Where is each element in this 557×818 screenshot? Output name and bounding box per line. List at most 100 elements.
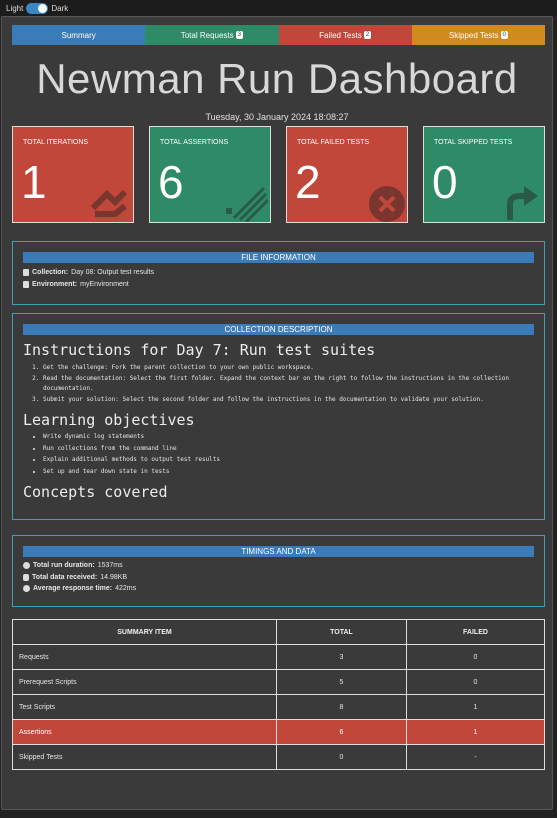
list-item: Run collections from the command line: [43, 443, 534, 455]
tab-skipped-tests-label: Skipped Tests: [448, 30, 499, 40]
environment-value: myEnvironment: [80, 280, 129, 288]
summary-item: Prerequest Scripts: [12, 669, 277, 695]
tab-total-requests-label: Total Requests: [180, 30, 234, 40]
theme-toggle-switch[interactable]: [26, 2, 49, 14]
stopwatch-icon: [23, 585, 30, 593]
duration-line: Total run duration: 1537ms: [23, 560, 544, 572]
summary-table: SUMMARY ITEM TOTAL FAILED Requests 3 0 P…: [12, 619, 545, 770]
tab-skipped-tests-badge: 0: [500, 31, 508, 39]
dashboard-container: Summary Total Requests 3 Failed Tests 2 …: [1, 16, 553, 810]
tab-total-requests-badge: 3: [235, 31, 243, 39]
column-header: TOTAL: [276, 619, 407, 645]
data-received-line: Total data received: 14.98KB: [23, 572, 544, 584]
table-row: Requests 3 0: [12, 644, 545, 670]
list-item: Explain additional methods to output tes…: [43, 454, 534, 466]
collection-description-heading: COLLECTION DESCRIPTION: [23, 324, 534, 335]
card-label: TOTAL ASSERTIONS: [160, 139, 229, 146]
list-item: Read the documentation: Select the first…: [43, 374, 534, 395]
card-total-assertions: TOTAL ASSERTIONS 6: [149, 126, 271, 223]
collection-value: Day 08: Output test results: [71, 268, 155, 276]
description-heading-3: Concepts covered: [23, 483, 168, 501]
summary-failed: 1: [406, 719, 545, 745]
learning-objectives-list: Write dynamic log statements Run collect…: [43, 431, 534, 477]
tab-bar: Summary Total Requests 3 Failed Tests 2 …: [12, 25, 545, 45]
instruction-steps: Get the challenge: Fork the parent colle…: [43, 363, 534, 405]
tab-total-requests[interactable]: Total Requests 3: [145, 25, 279, 45]
summary-failed: 0: [406, 644, 545, 670]
collection-description-panel: COLLECTION DESCRIPTION Instructions for …: [12, 313, 545, 520]
list-item: Write dynamic log statements: [43, 431, 534, 443]
description-heading-1: Instructions for Day 7: Run test suites: [23, 341, 376, 359]
card-value: 2: [295, 156, 321, 208]
file-information-panel: FILE INFORMATION Collection: Day 08: Out…: [12, 241, 545, 305]
list-item: Set up and tear down state in tests: [43, 466, 534, 478]
list-check-icon: [226, 186, 268, 222]
environment-line: Environment: myEnvironment: [23, 278, 544, 290]
light-label: Light: [6, 3, 24, 13]
toggle-knob: [38, 3, 48, 13]
table-row: Test Scripts 8 1: [12, 694, 545, 720]
summary-total: 5: [276, 669, 407, 695]
file-icon: [23, 268, 29, 276]
table-header-row: SUMMARY ITEM TOTAL FAILED: [12, 619, 545, 645]
summary-total: 0: [276, 744, 407, 770]
card-label: TOTAL SKIPPED TESTS: [434, 139, 513, 146]
column-header: SUMMARY ITEM: [12, 619, 277, 645]
summary-item: Assertions: [12, 719, 277, 745]
card-total-iterations: TOTAL ITERATIONS 1: [12, 126, 134, 223]
duration-label: Total run duration:: [33, 562, 95, 570]
stopwatch-icon: [23, 562, 30, 570]
summary-failed: -: [406, 744, 545, 770]
collection-line: Collection: Day 08: Output test results: [23, 266, 544, 278]
database-icon: [23, 573, 29, 581]
card-total-failed-tests: TOTAL FAILED TESTS 2: [286, 126, 408, 223]
card-label: TOTAL ITERATIONS: [23, 139, 89, 146]
summary-total: 6: [276, 719, 407, 745]
close-circle-icon: [369, 186, 405, 222]
response-time-line: Average response time: 422ms: [23, 583, 544, 595]
summary-item: Skipped Tests: [12, 744, 277, 770]
summary-item: Test Scripts: [12, 694, 277, 720]
file-icon: [23, 280, 29, 288]
card-value: 1: [21, 156, 47, 208]
table-row: Skipped Tests 0 -: [12, 744, 545, 770]
dark-label: Dark: [51, 3, 69, 13]
collection-label: Collection:: [32, 268, 69, 276]
table-row: Assertions 6 1: [12, 719, 545, 745]
environment-label: Environment:: [32, 280, 78, 288]
list-item: Submit your solution: Select the second …: [43, 395, 534, 406]
tab-skipped-tests[interactable]: Skipped Tests 0: [411, 25, 545, 45]
tab-summary[interactable]: Summary: [12, 25, 146, 45]
data-received-value: 14.98KB: [100, 573, 128, 581]
refresh-icon: [90, 189, 128, 217]
summary-total: 3: [276, 644, 407, 670]
card-label: TOTAL FAILED TESTS: [297, 139, 370, 146]
timings-panel: TIMINGS AND DATA Total run duration: 153…: [12, 535, 545, 607]
summary-failed: 0: [406, 669, 545, 695]
card-total-skipped-tests: TOTAL SKIPPED TESTS 0: [423, 126, 545, 223]
summary-failed: 1: [406, 694, 545, 720]
response-time-value: 422ms: [115, 585, 137, 593]
tab-summary-label: Summary: [61, 30, 96, 40]
list-item: Get the challenge: Fork the parent colle…: [43, 363, 534, 374]
description-heading-2: Learning objectives: [23, 411, 195, 429]
file-information-heading: FILE INFORMATION: [23, 252, 534, 263]
skip-arrow-icon: [507, 186, 538, 220]
timings-heading: TIMINGS AND DATA: [23, 546, 534, 557]
table-row: Prerequest Scripts 5 0: [12, 669, 545, 695]
tab-failed-tests-label: Failed Tests: [319, 30, 362, 40]
page-title: Newman Run Dashboard: [36, 55, 518, 102]
card-value: 6: [158, 156, 184, 208]
run-datetime: Tuesday, 30 January 2024 18:08:27: [205, 112, 349, 122]
summary-item: Requests: [12, 644, 277, 670]
duration-value: 1537ms: [97, 562, 123, 570]
tab-failed-tests[interactable]: Failed Tests 2: [278, 25, 412, 45]
column-header: FAILED: [406, 619, 545, 645]
summary-total: 8: [276, 694, 407, 720]
stat-cards: TOTAL ITERATIONS 1 TOTAL ASSERTIONS 6 TO…: [12, 126, 545, 223]
theme-toggle-bar: Light Dark: [0, 0, 557, 16]
response-time-label: Average response time:: [33, 585, 113, 593]
data-received-label: Total data received:: [32, 573, 98, 581]
tab-failed-tests-badge: 2: [363, 31, 372, 39]
card-value: 0: [432, 156, 458, 208]
